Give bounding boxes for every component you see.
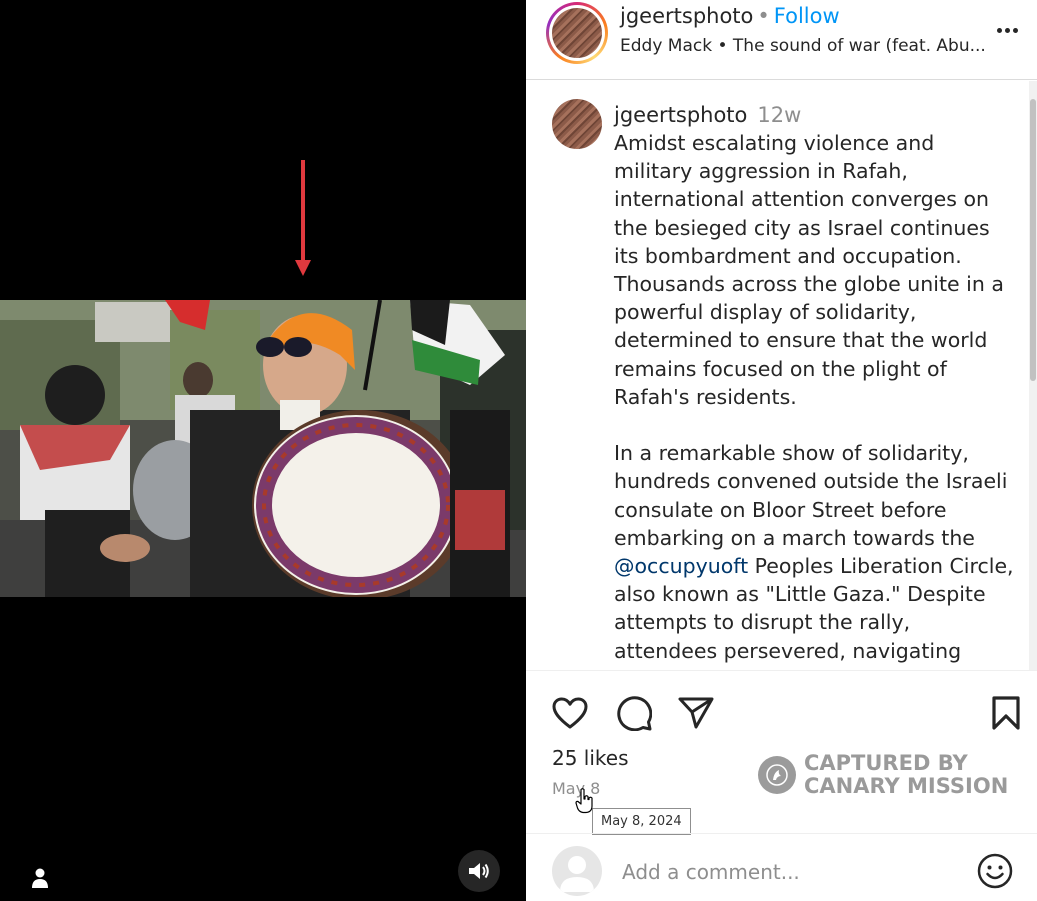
hand-cursor-icon bbox=[575, 788, 593, 814]
divider bbox=[526, 833, 1037, 834]
audio-separator: • bbox=[717, 36, 728, 56]
user-tag-button[interactable] bbox=[26, 864, 54, 892]
instagram-post-view: jgeertsphoto • Follow Eddy Mack • The soun… bbox=[0, 0, 1037, 901]
watermark-line-2: CANARY MISSION bbox=[804, 774, 1009, 798]
likes-count[interactable]: 25 likes bbox=[552, 746, 629, 770]
comment-button[interactable] bbox=[614, 693, 654, 733]
caption-header: jgeertsphoto 12w bbox=[614, 103, 801, 127]
annotation-arrow-icon bbox=[295, 160, 311, 276]
post-header: jgeertsphoto • Follow Eddy Mack • The soun… bbox=[526, 0, 1037, 80]
avatar bbox=[552, 8, 602, 58]
audio-artist: Eddy Mack bbox=[620, 36, 713, 56]
audio-title: The sound of war (feat. Abu... bbox=[732, 36, 986, 56]
scrollbar-thumb[interactable] bbox=[1030, 99, 1036, 381]
comment-bubble-icon bbox=[617, 696, 652, 731]
audio-toggle-button[interactable] bbox=[458, 850, 500, 892]
like-button[interactable] bbox=[550, 693, 590, 733]
header-username-row: jgeertsphoto • Follow bbox=[620, 4, 840, 28]
smiley-icon[interactable] bbox=[976, 852, 1014, 890]
scrollbar[interactable] bbox=[1029, 81, 1037, 671]
caption-username-link[interactable]: jgeertsphoto bbox=[614, 103, 747, 127]
save-button[interactable] bbox=[986, 693, 1026, 733]
more-options-icon[interactable] bbox=[992, 20, 1022, 40]
audio-attribution[interactable]: Eddy Mack • The sound of war (feat. Abu.… bbox=[620, 36, 990, 56]
share-button[interactable] bbox=[676, 693, 716, 733]
bookmark-icon bbox=[992, 696, 1020, 730]
caption-paragraph-1: Amidst escalating violence and military … bbox=[614, 131, 1011, 409]
bird-logo-icon bbox=[758, 756, 796, 794]
story-ring-avatar[interactable] bbox=[546, 2, 608, 64]
comment-input[interactable] bbox=[622, 856, 952, 888]
date-tooltip: May 8, 2024 bbox=[592, 808, 691, 835]
caption-paragraph-2-start: In a remarkable show of solidarity, hund… bbox=[614, 441, 1014, 550]
post-media[interactable] bbox=[0, 0, 526, 901]
header-separator: • bbox=[757, 4, 770, 28]
heart-icon bbox=[552, 697, 588, 729]
person-icon bbox=[32, 868, 48, 888]
speaker-icon bbox=[469, 863, 489, 879]
post-details-panel: jgeertsphoto • Follow Eddy Mack • The soun… bbox=[526, 0, 1037, 901]
caption-text: Amidst escalating violence and military … bbox=[614, 129, 1014, 671]
canary-mission-watermark: CAPTURED BY CANARY MISSION bbox=[758, 752, 1008, 798]
caption-avatar[interactable] bbox=[552, 99, 602, 149]
mention-link[interactable]: @occupyuoft bbox=[614, 554, 748, 578]
current-user-avatar bbox=[552, 846, 602, 896]
watermark-line-1: CAPTURED BY bbox=[804, 751, 968, 775]
header-username-link[interactable]: jgeertsphoto bbox=[620, 4, 753, 28]
follow-button[interactable]: Follow bbox=[774, 4, 840, 28]
divider bbox=[526, 670, 1037, 671]
caption-time[interactable]: 12w bbox=[757, 103, 801, 127]
video-frame[interactable] bbox=[0, 300, 526, 597]
caption-scroll-area[interactable]: jgeertsphoto 12w Amidst escalating violen… bbox=[526, 81, 1037, 671]
paper-plane-icon bbox=[678, 697, 714, 729]
